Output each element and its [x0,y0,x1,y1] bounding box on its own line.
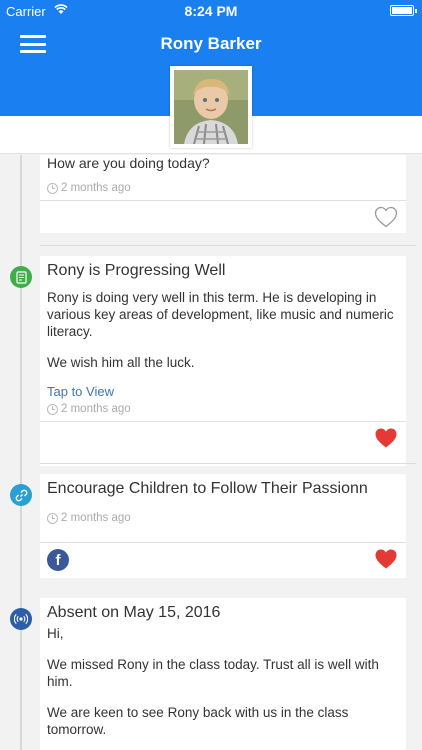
clock-icon [47,182,58,194]
link-icon [10,484,32,506]
heart-filled-icon[interactable] [374,427,398,449]
time-ago: 2 months ago [61,403,131,415]
facebook-icon[interactable]: f [47,549,69,571]
clock-icon [47,403,58,415]
separator [40,463,416,464]
card-footer [40,421,406,454]
timeline-card[interactable]: Encourage Children to Follow Their Passi… [40,474,406,578]
separator [40,245,416,246]
timeline-card[interactable]: Rony is Progressing Well Rony is doing v… [40,256,406,466]
post-title: Encourage Children to Follow Their Passi… [47,480,368,497]
message-text: How are you doing today? [47,155,210,171]
avatar[interactable] [170,66,252,148]
post-title: Absent on May 15, 2016 [47,604,221,621]
timeline-feed[interactable]: How are you doing today? 2 months ago Ro… [0,155,422,750]
tap-to-view-link[interactable]: Tap to View [47,384,400,399]
timeline-card[interactable]: Absent on May 15, 2016 Hi, We missed Ron… [40,598,406,750]
time-ago: 2 months ago [61,182,131,194]
heart-outline-icon[interactable] [374,206,398,228]
page-title: Rony Barker [160,34,262,53]
card-footer: f [40,542,406,578]
broadcast-icon [10,608,32,630]
clock-icon [47,512,58,524]
timestamp: 2 months ago [47,182,400,194]
clock-time: 8:24 PM [184,3,238,19]
status-bar: Carrier 8:24 PM [0,0,422,22]
post-body: Rony is doing very well in this term. He… [47,290,394,339]
post-body: We missed Rony in the class today. Trust… [47,657,379,689]
timeline-card[interactable]: How are you doing today? 2 months ago [40,155,406,233]
timestamp: 2 months ago [47,403,400,415]
battery-icon [390,5,417,16]
post-greeting: Hi, [47,626,64,641]
time-ago: 2 months ago [61,512,131,524]
document-glyph [15,270,27,284]
child-photo [174,70,248,144]
heart-filled-icon[interactable] [374,548,398,570]
document-icon [10,266,32,288]
post-body-secondary: We wish him all the luck. [47,355,195,370]
link-glyph [15,489,27,501]
timestamp: 2 months ago [47,512,400,524]
broadcast-glyph [14,613,28,625]
post-body-secondary: We are keen to see Rony back with us in … [47,705,349,737]
post-title: Rony is Progressing Well [47,262,226,279]
card-footer [40,200,406,233]
